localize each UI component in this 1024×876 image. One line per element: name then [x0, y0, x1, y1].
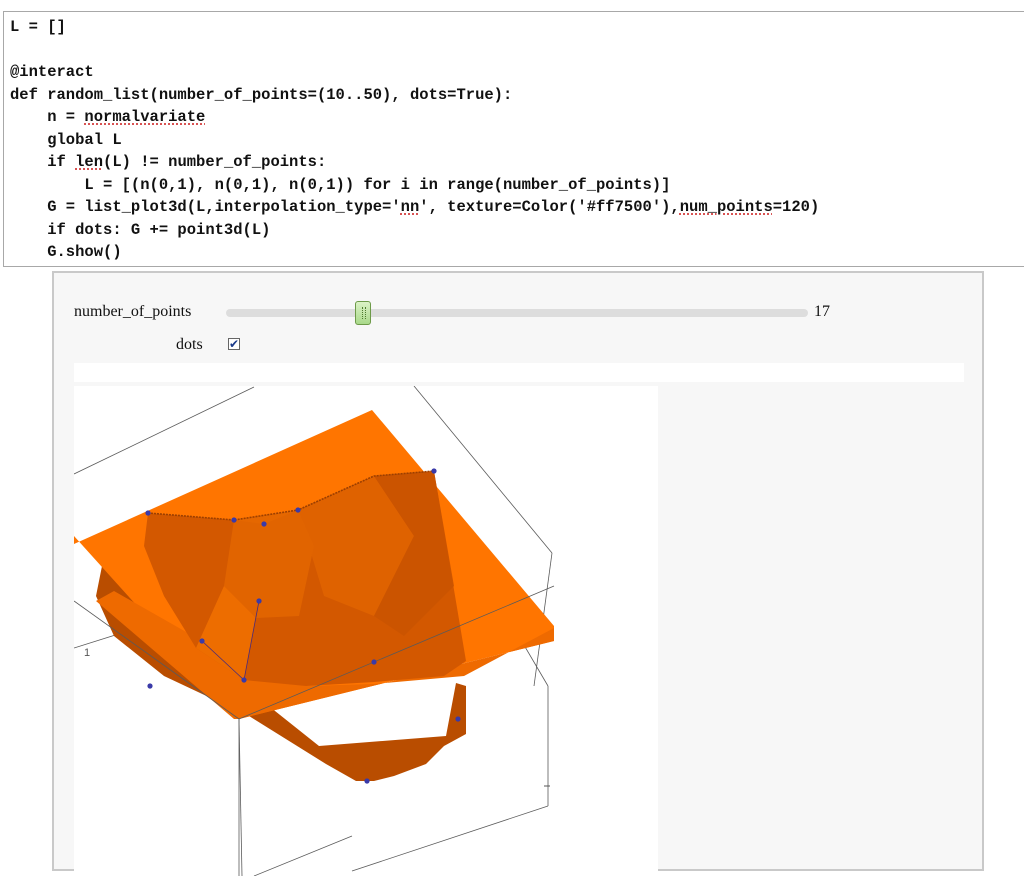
box-edge: [253, 835, 353, 876]
code-token: L = []: [10, 18, 66, 36]
dots-checkbox[interactable]: ✔: [228, 338, 240, 350]
code-line: G.show(): [10, 241, 819, 264]
box-edge: [351, 805, 549, 872]
plot3d-canvas[interactable]: 1: [74, 386, 658, 876]
code-token: (L) != number_of_points:: [103, 153, 327, 171]
point3d-marker: [256, 598, 262, 604]
box-edge: [238, 718, 243, 876]
box-edge: [74, 386, 255, 475]
grip-icon: [362, 307, 367, 319]
slider-label: number_of_points: [74, 303, 192, 320]
code-token: G = list_plot3d(L,interpolation_type=': [10, 198, 401, 216]
code-token: if: [10, 153, 76, 171]
point3d-marker: [241, 677, 247, 683]
code-line: def random_list(number_of_points=(10..50…: [10, 84, 819, 107]
point3d-marker: [295, 507, 301, 513]
code-token: def random_list(number_of_points=(10..50…: [10, 85, 513, 104]
point3d-marker: [147, 683, 153, 689]
point3d-marker: [455, 716, 461, 722]
spellcheck-word: len: [75, 153, 104, 171]
code-line: n = normalvariate: [10, 106, 819, 129]
code-line: if dots: G += point3d(L): [10, 219, 819, 242]
code-line: L = [(n(0,1), n(0,1), n(0,1)) for i in r…: [10, 174, 819, 197]
number-of-points-slider[interactable]: [226, 309, 808, 317]
code-line: @interact: [10, 61, 819, 84]
code-line: L = []: [10, 16, 819, 39]
output-strip: [74, 363, 964, 382]
spellcheck-word: nn: [400, 198, 420, 216]
spellcheck-word: normalvariate: [84, 108, 206, 126]
point3d-marker: [431, 468, 437, 474]
code-cell[interactable]: L = [] @interact def random_list(number_of…: [3, 11, 1024, 267]
code-token: global L: [10, 130, 122, 149]
point3d-marker: [261, 521, 267, 527]
slider-value: 17: [814, 303, 830, 320]
code-token: n =: [10, 108, 85, 126]
code-token: if dots: G += point3d(L): [10, 220, 271, 239]
surface-plot: 1: [74, 386, 555, 876]
spellcheck-word: num_points: [679, 198, 773, 216]
point3d-marker: [199, 638, 205, 644]
slider-handle[interactable]: [355, 301, 372, 325]
code-token: ', texture=Color('#ff7500'),: [419, 198, 680, 216]
point3d-marker: [364, 778, 370, 784]
axis-tick-label: 1: [84, 647, 90, 659]
code-token: L = [(n(0,1), n(0,1), n(0,1)) for i in r…: [10, 175, 671, 194]
code-token: @interact: [10, 63, 94, 81]
point3d-marker: [145, 510, 151, 516]
code-token: G.show(): [10, 243, 122, 261]
code-editor[interactable]: L = [] @interact def random_list(number_of…: [10, 16, 819, 264]
point3d-marker: [371, 659, 377, 665]
point3d-marker: [231, 517, 237, 523]
interact-output: number_of_points 17 dots ✔ 1: [52, 271, 984, 876]
code-token: =120): [772, 198, 820, 216]
code-line: G = list_plot3d(L,interpolation_type='nn…: [10, 196, 819, 219]
checkbox-label: dots: [176, 336, 203, 353]
code-line: if len(L) != number_of_points:: [10, 151, 819, 174]
code-line: global L: [10, 129, 819, 152]
